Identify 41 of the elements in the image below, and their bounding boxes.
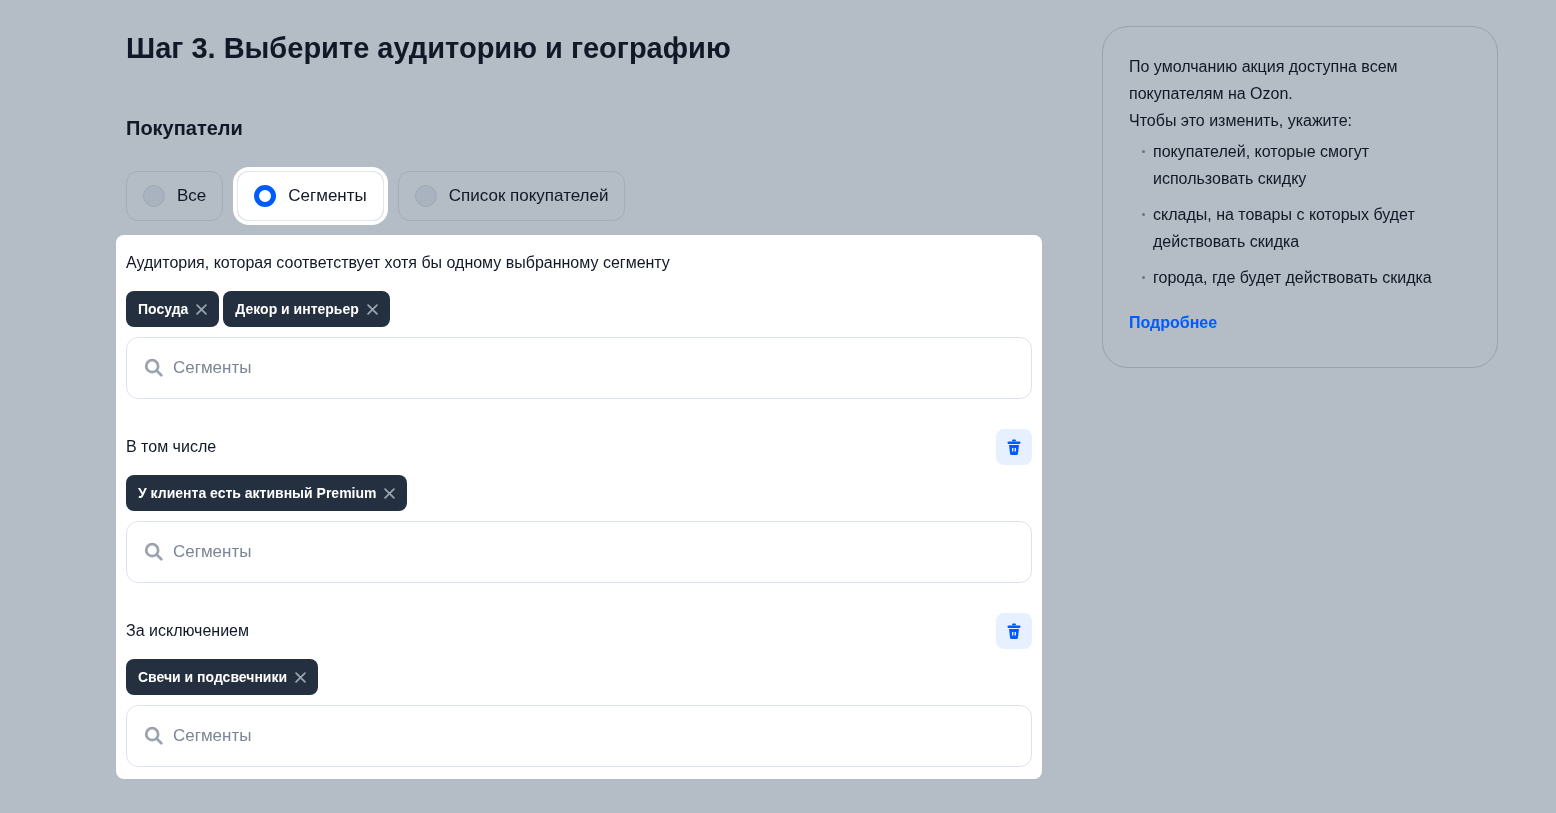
remove-tag-button[interactable] xyxy=(384,487,396,499)
group-label: Аудитория, которая соответствует хотя бы одному выбранному сегменту xyxy=(126,253,670,273)
remove-tag-button[interactable] xyxy=(366,303,378,315)
tag-label: Посуда xyxy=(138,299,189,319)
search-icon xyxy=(143,725,165,747)
section-title: Покупатели xyxy=(126,116,244,141)
close-icon xyxy=(295,671,307,683)
group-label: За исключением xyxy=(126,621,249,641)
trash-icon xyxy=(1006,439,1022,455)
remove-tag-button[interactable] xyxy=(295,671,307,683)
segment-input[interactable]: Сегменты xyxy=(173,355,1015,381)
bullet-text: склады, на товары с которых будет действовать скидка xyxy=(1153,205,1416,252)
bullet-text: покупателей, которые смогут использовать скидку xyxy=(1153,142,1371,189)
segment-input[interactable]: Сегменты xyxy=(173,723,1015,749)
close-icon xyxy=(196,303,208,315)
page-title: Шаг 3. Выберите аудиторию и географию xyxy=(126,31,732,66)
segment-search-field[interactable]: Сегменты xyxy=(126,705,1032,767)
bullet-icon xyxy=(1142,213,1145,216)
tag-label: Свечи и подсвечники xyxy=(138,667,288,687)
radio-option[interactable]: Список покупателей xyxy=(397,171,626,221)
delete-button[interactable] xyxy=(996,613,1032,649)
info-text: Чтобы это изменить, укажите: xyxy=(1129,111,1353,131)
bullet-text: города, где будет действовать скидка xyxy=(1153,268,1432,288)
bullet-icon xyxy=(1142,150,1145,153)
segment-search-field[interactable]: Сегменты xyxy=(126,521,1032,583)
tag-label: У клиента есть активный Premium xyxy=(138,483,377,503)
delete-button[interactable] xyxy=(996,429,1032,465)
trash-icon xyxy=(1006,623,1022,639)
bullet-icon xyxy=(1142,276,1145,279)
search-icon xyxy=(143,541,165,563)
radio-icon xyxy=(254,185,277,207)
close-icon xyxy=(366,303,378,315)
segment-input[interactable]: Сегменты xyxy=(173,539,1015,565)
close-icon xyxy=(384,487,396,499)
search-icon xyxy=(143,357,165,379)
group-label: В том числе xyxy=(126,437,217,457)
segment-search-field[interactable]: Сегменты xyxy=(126,337,1032,399)
remove-tag-button[interactable] xyxy=(196,303,208,315)
radio-option[interactable]: Все xyxy=(126,171,224,221)
tag-label: Декор и интерьер xyxy=(235,299,359,319)
info-text: По умолчанию акция доступна всем покупателям на Ozon. xyxy=(1129,57,1399,104)
